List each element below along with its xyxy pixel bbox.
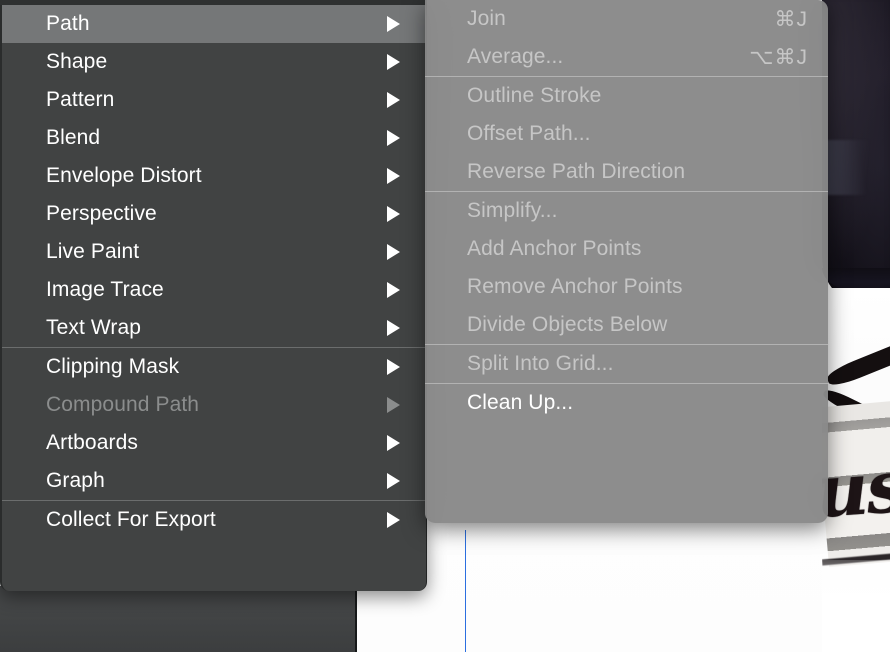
- menu-item-image-trace[interactable]: Image Trace: [2, 271, 426, 309]
- menu-item-label: Offset Path...: [467, 122, 591, 145]
- menu-item-simplify: Simplify...: [425, 192, 828, 230]
- submenu-arrow-icon: [387, 359, 400, 375]
- submenu-arrow-icon: [387, 206, 400, 222]
- menu-item-split-into-grid: Split Into Grid...: [425, 345, 828, 383]
- menu-item-label: Remove Anchor Points: [467, 275, 683, 298]
- submenu-arrow-icon: [387, 130, 400, 146]
- menu-item-perspective[interactable]: Perspective: [2, 195, 426, 233]
- menu-item-label: Add Anchor Points: [467, 237, 642, 260]
- menu-item-label: Split Into Grid...: [467, 352, 614, 375]
- submenu-arrow-icon: [387, 282, 400, 298]
- menu-item-average: Average... ⌥⌘J: [425, 38, 828, 76]
- menu-item-label: Simplify...: [467, 199, 558, 222]
- artwork-fade: [822, 560, 890, 652]
- menu-item-label: Reverse Path Direction: [467, 160, 686, 183]
- menu-item-label: Join: [467, 7, 506, 30]
- submenu-arrow-icon: [387, 397, 400, 413]
- artwork-handwriting: us: [822, 447, 890, 533]
- menu-item-label: Live Paint: [46, 240, 140, 263]
- menu-item-label: Compound Path: [46, 393, 200, 416]
- submenu-arrow-icon: [387, 435, 400, 451]
- menu-item-clean-up[interactable]: Clean Up...: [425, 384, 828, 422]
- menu-item-envelope-distort[interactable]: Envelope Distort: [2, 157, 426, 195]
- submenu-arrow-icon: [387, 320, 400, 336]
- menu-item-label: Collect For Export: [46, 508, 216, 531]
- menu-item-shortcut: ⌘J: [774, 7, 808, 31]
- menu-item-label: Shape: [46, 50, 108, 73]
- menu-item-label: Blend: [46, 126, 101, 149]
- object-menu[interactable]: Path Shape Pattern Blend Envelope Distort Per…: [0, 0, 427, 591]
- menu-item-label: Average...: [467, 45, 564, 68]
- menu-item-text-wrap[interactable]: Text Wrap: [2, 309, 426, 347]
- menu-item-add-anchor-points: Add Anchor Points: [425, 230, 828, 268]
- menu-item-join: Join ⌘J: [425, 0, 828, 38]
- submenu-arrow-icon: [387, 92, 400, 108]
- menu-item-pattern[interactable]: Pattern: [2, 81, 426, 119]
- menu-item-shape[interactable]: Shape: [2, 43, 426, 81]
- menu-item-artboards[interactable]: Artboards: [2, 424, 426, 462]
- menu-item-label: Text Wrap: [46, 316, 142, 339]
- menu-item-divide-objects-below: Divide Objects Below: [425, 306, 828, 344]
- menu-item-label: Graph: [46, 469, 105, 492]
- menu-item-offset-path: Offset Path...: [425, 115, 828, 153]
- submenu-arrow-icon: [387, 512, 400, 528]
- menu-item-outline-stroke: Outline Stroke: [425, 77, 828, 115]
- menu-item-label: Artboards: [46, 431, 138, 454]
- menu-item-clipping-mask[interactable]: Clipping Mask: [2, 348, 426, 386]
- menu-item-blend[interactable]: Blend: [2, 119, 426, 157]
- screen: us Path Shape Pattern Blend Envelope Distort…: [0, 0, 890, 652]
- submenu-arrow-icon: [387, 473, 400, 489]
- menu-item-label: Pattern: [46, 88, 115, 111]
- menu-item-remove-anchor-points: Remove Anchor Points: [425, 268, 828, 306]
- artwork-image: us: [822, 0, 890, 652]
- menu-item-label: Clipping Mask: [46, 355, 180, 378]
- submenu-arrow-icon: [387, 168, 400, 184]
- menu-item-label: Divide Objects Below: [467, 313, 668, 336]
- menu-item-label: Outline Stroke: [467, 84, 602, 107]
- path-submenu[interactable]: Join ⌘J Average... ⌥⌘J Outline Stroke Offset …: [425, 0, 828, 523]
- menu-item-live-paint[interactable]: Live Paint: [2, 233, 426, 271]
- menu-item-label: Image Trace: [46, 278, 164, 301]
- menu-item-reverse-path-direction: Reverse Path Direction: [425, 153, 828, 191]
- vertical-guide: [465, 530, 466, 652]
- menu-item-path[interactable]: Path: [2, 5, 426, 43]
- menu-item-label: Perspective: [46, 202, 157, 225]
- menu-item-collect-for-export[interactable]: Collect For Export: [2, 501, 426, 539]
- left-tool-panel[interactable]: [0, 586, 357, 652]
- submenu-arrow-icon: [387, 16, 400, 32]
- submenu-arrow-icon: [387, 244, 400, 260]
- menu-item-label: Envelope Distort: [46, 164, 202, 187]
- menu-item-shortcut: ⌥⌘J: [749, 45, 808, 69]
- menu-item-compound-path: Compound Path: [2, 386, 426, 424]
- submenu-arrow-icon: [387, 54, 400, 70]
- menu-item-graph[interactable]: Graph: [2, 462, 426, 500]
- artwork-dark-paint: [822, 0, 890, 300]
- menu-item-label: Path: [46, 12, 90, 35]
- menu-item-label: Clean Up...: [467, 391, 574, 414]
